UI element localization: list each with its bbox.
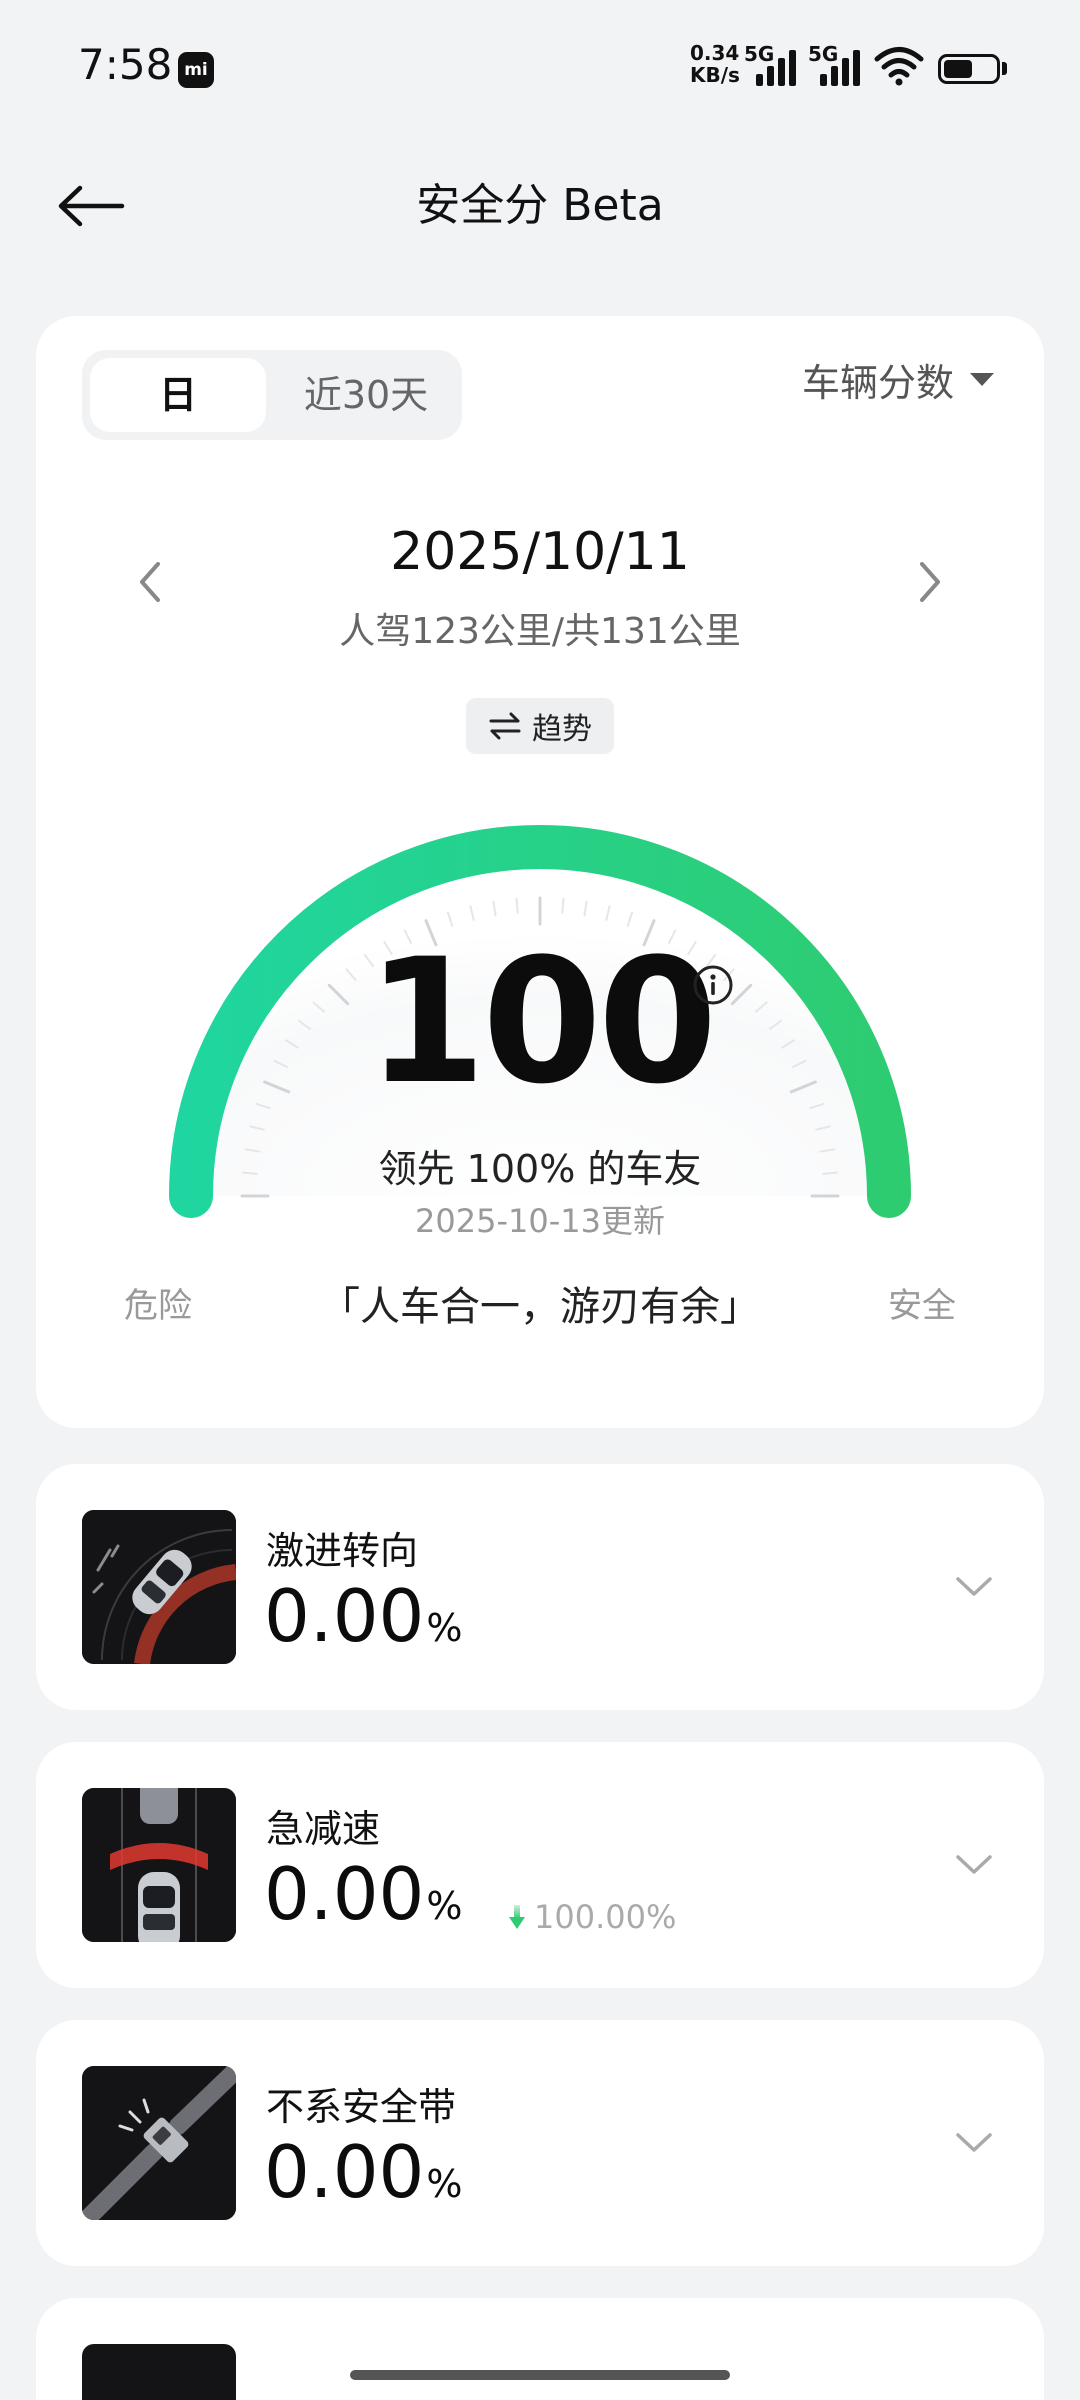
chevron-down-icon[interactable] [952,2120,996,2164]
metric-value: 0.00% [264,1576,462,1668]
metric-name: 急减速 [266,1807,381,1851]
caret-down-icon [970,373,994,386]
metric-unit: % [426,1884,463,1928]
metric-value-number: 0.00 [264,2130,425,2214]
tab-last-30-days[interactable]: 近30天 [278,358,454,432]
metric-card-partial[interactable] [36,2298,1044,2400]
metric-card-hard-braking[interactable]: 急减速 0.00% 100.00% [36,1742,1044,1988]
status-bar: 7:58 mi 0.34 KB/s 5G 5G [0,0,1080,136]
period-segmented-control: 日 近30天 [82,350,462,440]
metric-unit: % [426,2162,463,2206]
trend-label: 趋势 [532,712,592,747]
metric-name: 激进转向 [266,1529,419,1573]
metric-value: 0.00% [264,1854,462,1946]
metric-card-aggressive-steering[interactable]: 激进转向 0.00% [36,1464,1044,1710]
metric-thumb-partial [82,2344,236,2400]
arrow-down-icon [509,1905,525,1929]
chevron-down-icon[interactable] [952,1842,996,1886]
metric-unit: % [426,1606,463,1650]
battery-level [944,60,972,78]
score-type-dropdown[interactable]: 车辆分数 [802,352,994,407]
gauge-tick [515,897,519,914]
swap-arrows-icon [489,712,521,740]
distance-label: 人驾123公里/共131公里 [339,611,741,652]
info-icon[interactable] [692,964,734,1006]
back-button[interactable] [56,176,136,236]
trend-button[interactable]: 趋势 [466,698,614,754]
metric-change: 100.00% [508,1898,676,1936]
battery-cap [1002,62,1007,75]
status-time: 7:58 [78,40,173,89]
network-speed-value: 0.34 [690,41,740,65]
score-value: 100 [366,921,717,1122]
sim2-signal-icon [820,50,860,86]
aggressive-steering-icon [82,1510,236,1664]
sim1-signal-icon [756,50,796,86]
home-indicator[interactable] [350,2370,730,2380]
battery-icon [938,54,1000,84]
update-time: 2025-10-13更新 [415,1202,665,1240]
date-label: 2025/10/11 [390,522,690,582]
chevron-down-icon[interactable] [952,1564,996,1608]
xiaomi-app-icon: mi [178,52,214,88]
safety-score-card: 日 近30天 车辆分数 2025/10/11 人驾123公里/共131公里 趋势 [36,316,1044,1428]
page-title: 安全分 Beta [416,180,664,231]
gauge-tick [561,897,565,914]
metric-name: 不系安全带 [266,2085,457,2129]
hard-braking-icon [82,1788,236,1942]
metric-card-no-seatbelt[interactable]: 不系安全带 0.00% [36,2020,1044,2266]
seatbelt-icon [82,2066,236,2220]
network-speed-unit: KB/s [690,63,740,87]
score-type-label: 车辆分数 [801,361,954,405]
wifi-icon [874,47,924,86]
network-speed: 0.34 KB/s [690,42,740,86]
arrow-left-icon [58,185,125,227]
gauge-label-safe: 安全 [888,1286,956,1326]
metric-value-number: 0.00 [264,1574,425,1658]
tab-day[interactable]: 日 [90,358,266,432]
rank-text: 领先 100% 的车友 [378,1147,702,1191]
metric-change-value: 100.00% [534,1898,677,1936]
metric-value: 0.00% [264,2132,462,2224]
metric-value-number: 0.00 [264,1852,425,1936]
